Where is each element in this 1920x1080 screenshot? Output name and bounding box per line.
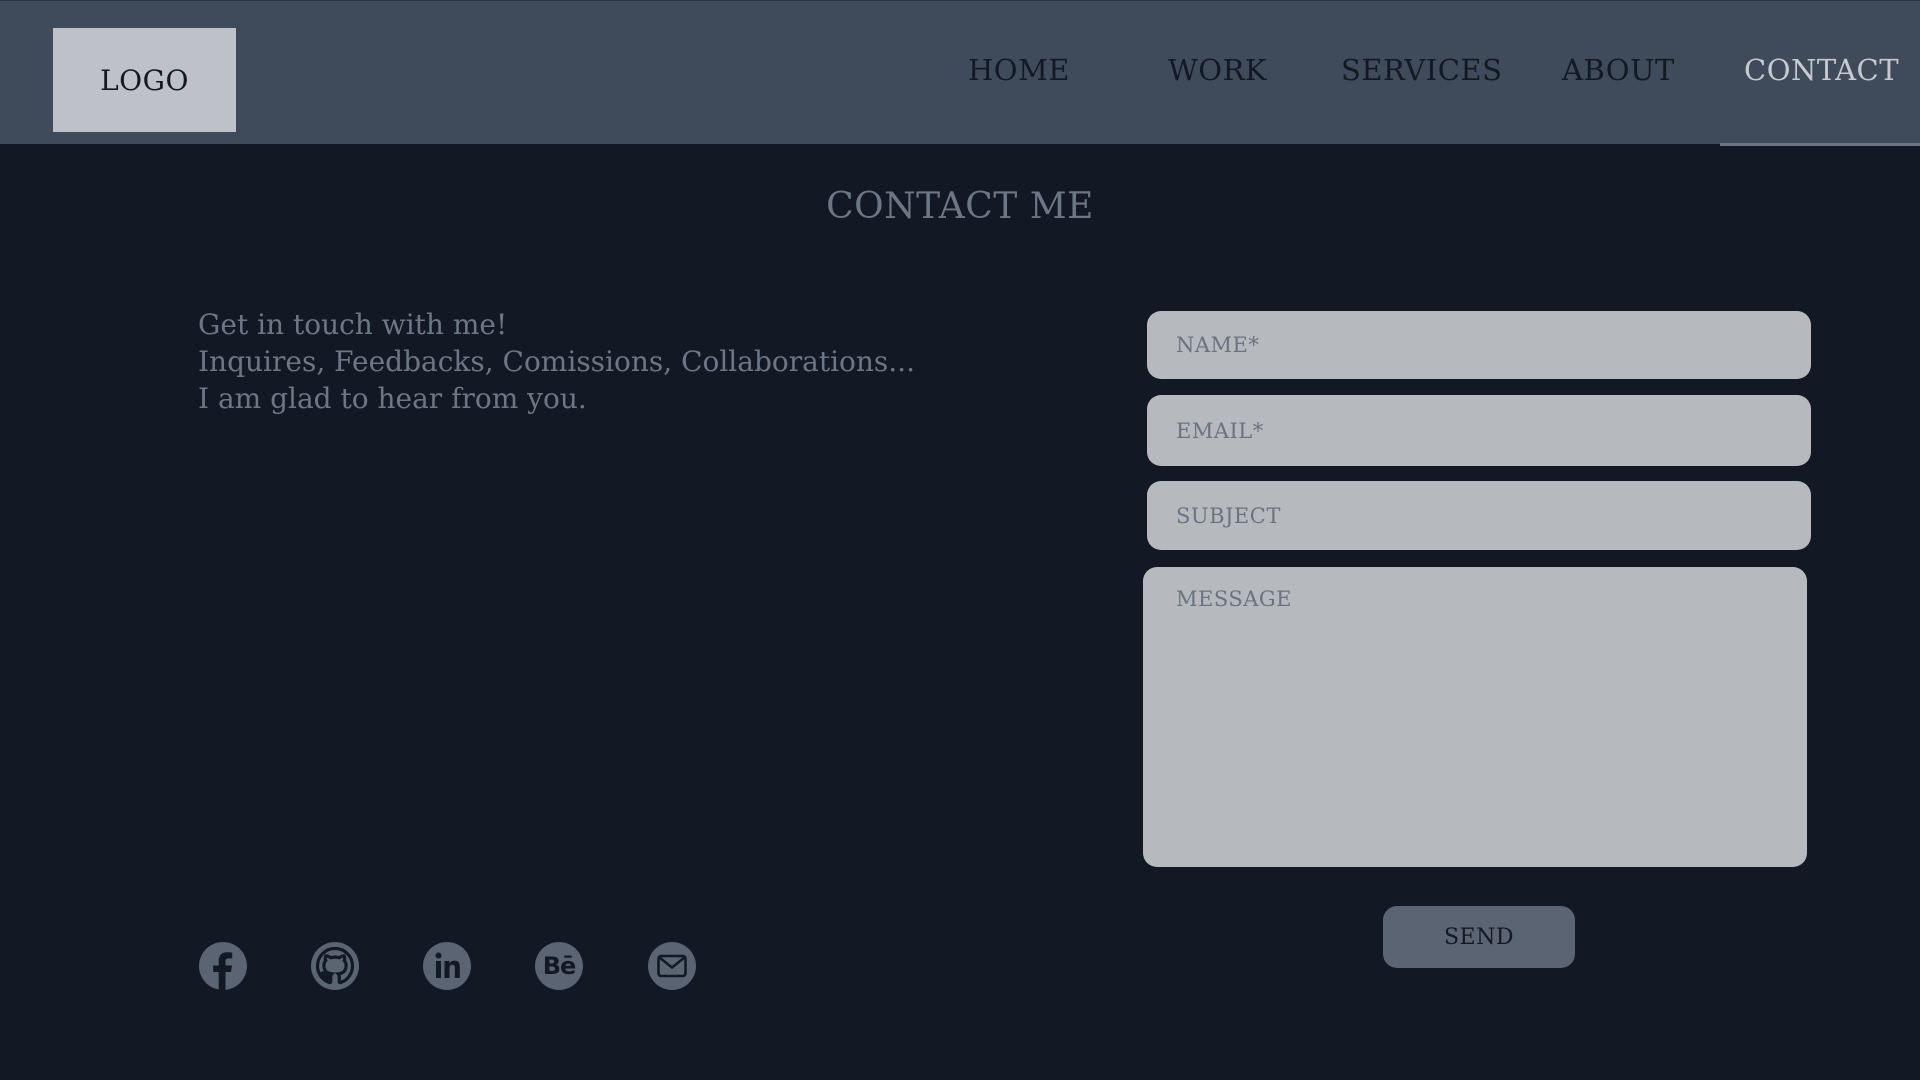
intro-line: Inquires, Feedbacks, Comissions, Collabo… [198, 345, 915, 378]
nav-contact[interactable]: CONTACT [1744, 53, 1899, 87]
message-placeholder: MESSAGE [1176, 587, 1293, 611]
nav-home[interactable]: HOME [968, 53, 1070, 87]
message-field[interactable]: MESSAGE [1143, 567, 1807, 867]
send-button[interactable]: SEND [1383, 906, 1575, 968]
nav-work[interactable]: WORK [1168, 53, 1267, 87]
facebook-icon[interactable] [199, 942, 247, 990]
email-field[interactable]: EMAIL* [1147, 395, 1811, 466]
github-icon[interactable] [311, 942, 359, 990]
page-title: CONTACT ME [826, 186, 1094, 227]
nav-services[interactable]: SERVICES [1341, 53, 1502, 87]
name-field[interactable]: NAME* [1147, 311, 1811, 379]
nav-about[interactable]: ABOUT [1562, 53, 1675, 87]
linkedin-icon[interactable] [423, 942, 471, 990]
intro-line: Get in touch with me! [198, 308, 508, 341]
subject-field[interactable]: SUBJECT [1147, 481, 1811, 550]
intro-text: Get in touch with me! Inquires, Feedback… [198, 306, 915, 417]
subject-placeholder: SUBJECT [1176, 503, 1281, 528]
email-icon[interactable] [648, 942, 696, 990]
nav-active-indicator [1720, 143, 1920, 146]
logo[interactable]: LOGO [53, 28, 236, 132]
name-placeholder: NAME* [1176, 333, 1260, 357]
site-header: LOGO HOME WORK SERVICES ABOUT CONTACT [0, 0, 1920, 144]
intro-line: I am glad to hear from you. [198, 382, 587, 415]
email-placeholder: EMAIL* [1176, 418, 1264, 443]
behance-icon[interactable]: Bē [535, 942, 583, 990]
